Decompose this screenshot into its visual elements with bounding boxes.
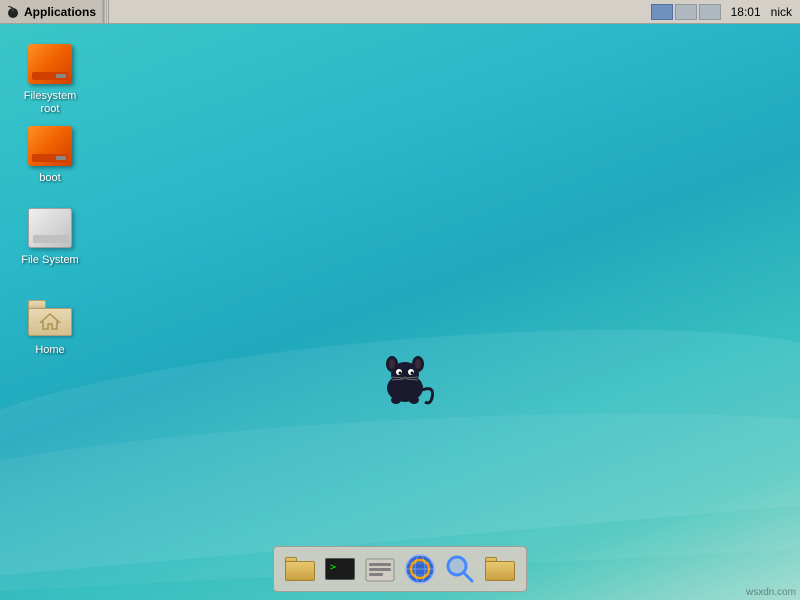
dock-folder-right [485,557,515,581]
applications-label: Applications [24,5,96,19]
file-system-img [26,204,74,252]
icon-boot[interactable]: boot [10,118,90,189]
icon-file-system[interactable]: File System [10,200,90,271]
folder-body [28,308,72,336]
orange-drive-filesystem [28,44,72,84]
panel-workspace-1[interactable] [651,4,673,20]
boot-img [26,122,74,170]
icon-home[interactable]: Home [10,290,90,361]
top-panel: Applications 18:01 nick [0,0,800,24]
mascot-svg [370,350,440,410]
desktop: Applications 18:01 nick Filesystemroot b… [0,0,800,600]
panel-time: 18:01 [723,5,769,19]
dock-icon-search[interactable] [442,551,478,587]
dock-icon-home-files[interactable] [282,551,318,587]
dock-terminal-img [325,558,355,580]
panel-right: 18:01 nick [651,0,800,23]
white-drive-fs [28,208,72,248]
dock-folder-body-right [485,561,515,581]
home-img [26,294,74,342]
mascot [370,350,440,410]
panel-workspace-2[interactable] [675,4,697,20]
panel-user: nick [771,5,796,19]
home-label: Home [35,344,64,357]
dock-icon-file-manager[interactable] [362,551,398,587]
dock-folder-home [285,557,315,581]
orange-drive-boot [28,126,72,166]
filesystem-root-img [26,40,74,88]
dock-icon-browser[interactable] [402,551,438,587]
panel-separator [103,0,109,23]
boot-label: boot [39,172,60,185]
dock-icon-terminal[interactable] [322,551,358,587]
bottom-dock [273,546,527,592]
dock-folder-body [285,561,315,581]
file-system-label: File System [21,254,78,267]
icon-filesystem-root[interactable]: Filesystemroot [10,36,90,120]
panel-workspace-3[interactable] [699,4,721,20]
dock-icon-folder-right[interactable] [482,551,518,587]
mouse-icon [6,6,20,18]
house-svg [39,312,61,330]
filesystem-root-label: Filesystemroot [24,90,77,116]
applications-menu[interactable]: Applications [0,0,103,23]
watermark: wsxdn.com [746,587,796,598]
dock-browser-img [404,553,436,585]
dock-search-img [444,553,476,585]
home-folder-icon [28,300,72,336]
dock-file-manager-img [365,556,395,582]
